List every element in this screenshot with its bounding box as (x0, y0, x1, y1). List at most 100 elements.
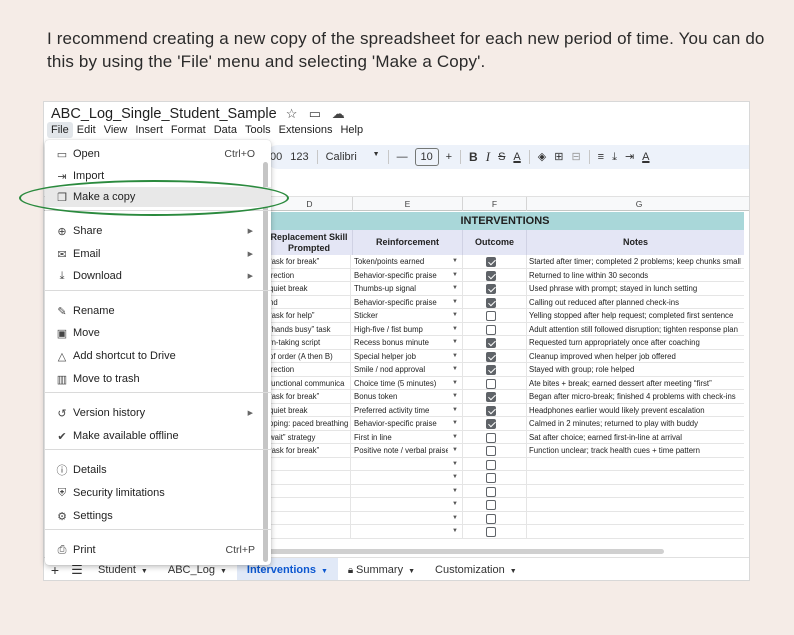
chevron-down-icon[interactable]: ▼ (450, 296, 460, 309)
borders-icon[interactable]: ⊞ (550, 146, 567, 168)
chevron-down-icon[interactable]: ▼ (450, 269, 460, 282)
outcome-checkbox[interactable] (486, 459, 496, 470)
chevron-down-icon[interactable]: ▼ (450, 458, 460, 471)
outcome-checkbox[interactable] (486, 270, 496, 281)
cell-notes[interactable]: Cleanup improved when helper job offered (528, 350, 744, 363)
chevron-down-icon[interactable]: ▼ (450, 377, 460, 390)
chevron-down-icon[interactable]: ▼ (450, 390, 460, 403)
menu-item-make-available-offline[interactable]: ✔ Make available offline (45, 426, 271, 446)
menu-item-version-history[interactable]: ↺ Version history ▶ (45, 403, 271, 423)
chevron-down-icon[interactable]: ▼ (450, 444, 460, 457)
cell-notes[interactable]: Requested turn appropriately once after … (528, 336, 744, 349)
menu-item-move-to-trash[interactable]: ▥ Move to trash (45, 369, 271, 389)
chevron-down-icon[interactable]: ▼ (450, 350, 460, 363)
outcome-checkbox[interactable] (486, 473, 496, 483)
strikethrough-button[interactable]: S (494, 146, 509, 168)
menu-edit[interactable]: Edit (73, 122, 100, 138)
menu-item-move[interactable]: ▣ Move (45, 323, 271, 343)
menu-tools[interactable]: Tools (241, 122, 275, 138)
cell-replacement-skill[interactable]: “hands busy” task (269, 323, 350, 336)
cell-reinforcement[interactable] (352, 512, 448, 525)
menu-format[interactable]: Format (167, 122, 210, 138)
cell-notes[interactable] (528, 471, 744, 484)
cell-replacement-skill[interactable] (269, 458, 350, 471)
folder-move-icon[interactable]: ▭ (309, 107, 323, 121)
decrease-font-button[interactable]: — (393, 146, 412, 168)
cell-notes[interactable] (528, 485, 744, 498)
column-header-f[interactable]: F (462, 197, 526, 211)
cell-reinforcement[interactable]: Behavior-specific praise (352, 296, 448, 309)
menu-help[interactable]: Help (336, 122, 367, 138)
number-format-button[interactable]: 123 (286, 146, 312, 168)
cell-replacement-skill[interactable] (269, 512, 350, 525)
cell-notes[interactable]: Ate bites + break; earned dessert after … (528, 377, 744, 390)
cell-notes[interactable]: Function unclear; track health cues + ti… (528, 444, 744, 457)
menu-data[interactable]: Data (210, 122, 241, 138)
cell-reinforcement[interactable]: Sticker (352, 309, 448, 322)
column-header-g[interactable]: G (526, 197, 749, 211)
header-replacement-skill[interactable]: Replacement Skill Prompted (266, 230, 352, 255)
cell-reinforcement[interactable] (352, 458, 448, 471)
chevron-down-icon[interactable]: ▼ (450, 431, 460, 444)
cell-reinforcement[interactable]: Recess bonus minute (352, 336, 448, 349)
cell-replacement-skill[interactable]: oping: paced breathing (269, 417, 350, 430)
menu-item-download[interactable]: ⤓ Download ▶ (45, 266, 271, 286)
font-select[interactable]: Calibri ▼ (322, 151, 384, 163)
cell-replacement-skill[interactable]: rn-taking script (269, 336, 350, 349)
cell-notes[interactable]: Yelling stopped after help request; comp… (528, 309, 744, 322)
cell-notes[interactable]: Returned to line within 30 seconds (528, 269, 744, 282)
italic-button[interactable]: I (482, 146, 494, 168)
cell-reinforcement[interactable]: Behavior-specific praise (352, 417, 448, 430)
outcome-checkbox[interactable] (486, 486, 496, 497)
chevron-down-icon[interactable]: ▼ (450, 404, 460, 417)
menu-item-security-limitations[interactable]: ⛨ Security limitations (45, 483, 271, 503)
menu-item-open[interactable]: ▭ Open Ctrl+O (45, 144, 271, 164)
cell-replacement-skill[interactable]: of order (A then B) (269, 350, 350, 363)
vertical-align-icon[interactable]: ⤓ (608, 146, 621, 168)
cell-reinforcement[interactable] (352, 471, 448, 484)
menu-item-add-shortcut-to-drive[interactable]: △ Add shortcut to Drive (45, 346, 271, 366)
outcome-checkbox[interactable] (486, 297, 496, 308)
outcome-checkbox[interactable] (486, 338, 496, 348)
outcome-checkbox[interactable] (486, 392, 496, 402)
menu-item-print[interactable]: ⎙ Print Ctrl+P (45, 540, 271, 560)
font-size-input[interactable]: 10 (414, 148, 439, 166)
cell-replacement-skill[interactable]: “ask for break” (269, 255, 350, 268)
outcome-checkbox[interactable] (486, 324, 496, 335)
cell-reinforcement[interactable]: First in line (352, 431, 448, 444)
cell-replacement-skill[interactable]: “ask for help” (269, 309, 350, 322)
outcome-checkbox[interactable] (486, 513, 496, 524)
chevron-down-icon[interactable]: ▼ (450, 336, 460, 349)
cell-notes[interactable]: Used phrase with prompt; stayed in lunch… (528, 282, 744, 295)
menu-file[interactable]: File (47, 122, 73, 138)
chevron-down-icon[interactable]: ▼ (450, 525, 460, 538)
tab-customization[interactable]: Customization ▼ (425, 558, 527, 581)
cell-outcome[interactable] (486, 527, 498, 540)
chevron-down-icon[interactable]: ▼ (450, 282, 460, 295)
cell-reinforcement[interactable]: Behavior-specific praise (352, 269, 448, 282)
outcome-checkbox[interactable] (486, 311, 496, 321)
outcome-checkbox[interactable] (486, 446, 496, 456)
align-left-icon[interactable]: ≡ (594, 146, 608, 168)
outcome-checkbox[interactable] (486, 500, 496, 510)
menu-view[interactable]: View (100, 122, 132, 138)
cell-notes[interactable] (528, 498, 744, 511)
cell-replacement-skill[interactable]: quiet break (269, 404, 350, 417)
outcome-checkbox[interactable] (486, 284, 496, 294)
chevron-down-icon[interactable]: ▼ (450, 323, 460, 336)
chevron-down-icon[interactable]: ▼ (450, 309, 460, 322)
cell-reinforcement[interactable] (352, 498, 448, 511)
outcome-checkbox[interactable] (486, 419, 496, 429)
bold-button[interactable]: B (465, 146, 482, 168)
cell-replacement-skill[interactable]: functional communica (269, 377, 350, 390)
menu-item-settings[interactable]: ⚙ Settings (45, 506, 271, 526)
chevron-down-icon[interactable]: ▼ (450, 363, 460, 376)
outcome-checkbox[interactable] (486, 432, 496, 443)
cell-reinforcement[interactable]: Smile / nod approval (352, 363, 448, 376)
menu-item-email[interactable]: ✉ Email ▶ (45, 244, 271, 264)
cell-replacement-skill[interactable]: “ask for break” (269, 444, 350, 457)
merge-cells-icon[interactable]: ⊟ (567, 146, 584, 168)
cell-notes[interactable]: Adult attention still followed disruptio… (528, 323, 744, 336)
chevron-down-icon[interactable]: ▼ (450, 417, 460, 430)
text-wrap-icon[interactable]: ⇥ (621, 146, 638, 168)
